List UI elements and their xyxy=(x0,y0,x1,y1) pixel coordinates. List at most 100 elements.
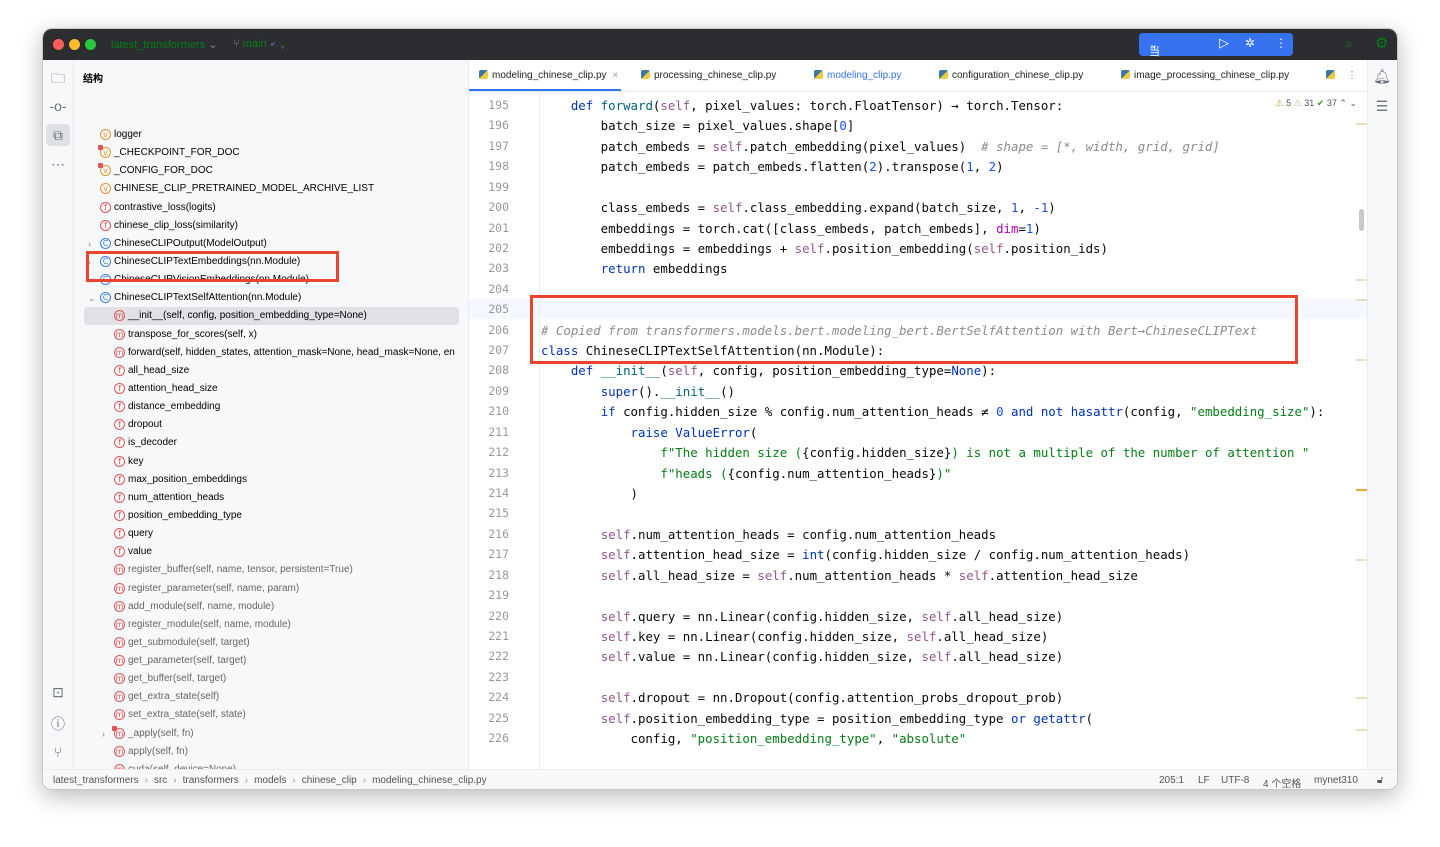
structure-item[interactable]: f value xyxy=(74,543,468,561)
more-icon[interactable]: ⋮ xyxy=(1275,36,1287,50)
code-line[interactable]: super().__init__() xyxy=(541,384,735,399)
code-line[interactable]: def forward(self, pixel_values: torch.Fl… xyxy=(541,98,1063,113)
code-line[interactable]: self.dropout = nn.Dropout(config.attenti… xyxy=(541,690,1064,705)
editor-scrollbar[interactable] xyxy=(1359,209,1364,231)
structure-item[interactable]: m transpose_for_scores(self, x) xyxy=(74,326,468,344)
structure-item[interactable]: v CHINESE_CLIP_PRETRAINED_MODEL_ARCHIVE_L… xyxy=(74,180,468,198)
structure-item[interactable]: f chinese_clip_loss(similarity) xyxy=(74,217,468,235)
structure-item[interactable]: m set_extra_state(self, state) xyxy=(74,706,468,724)
structure-item[interactable]: f all_head_size xyxy=(74,362,468,380)
structure-item[interactable]: m get_extra_state(self) xyxy=(74,688,468,706)
terminal-icon[interactable]: ⊡ xyxy=(48,684,68,701)
breadcrumb-item[interactable]: latest_transformers xyxy=(53,775,139,786)
folder-icon[interactable]: 🗀 xyxy=(48,68,68,92)
code-line[interactable]: embeddings = embeddings + self.position_… xyxy=(541,241,1108,256)
notifications-icon[interactable]: 🔔︎ xyxy=(1372,68,1392,85)
structure-item[interactable]: f position_embedding_type xyxy=(74,507,468,525)
code-area[interactable]: 195 def forward(self, pixel_values: torc… xyxy=(469,93,1369,769)
structure-item[interactable]: m __init__(self, config, position_embeddi… xyxy=(84,307,459,326)
chevron-down-icon[interactable]: ⌄ xyxy=(88,289,96,307)
chevron-right-icon[interactable]: › xyxy=(102,725,105,743)
python-file-icon[interactable] xyxy=(1326,70,1339,81)
structure-item[interactable]: f distance_embedding xyxy=(74,398,468,416)
breadcrumb-item[interactable]: models xyxy=(254,775,286,786)
run-config-selector[interactable]: 当前文件 ⌄ xyxy=(1149,38,1160,106)
zoom-window-button[interactable] xyxy=(85,39,96,50)
structure-item[interactable]: m get_submodule(self, target) xyxy=(74,634,468,652)
structure-item[interactable]: mcuda(self, device=None) xyxy=(74,761,468,769)
code-line[interactable]: embeddings = torch.cat([class_embeds, pa… xyxy=(541,221,1041,236)
structure-item[interactable]: m get_parameter(self, target) xyxy=(74,652,468,670)
structure-item[interactable]: m forward(self, hidden_states, attention_… xyxy=(74,344,468,362)
database-icon[interactable]: ☰ xyxy=(1372,98,1392,115)
code-line[interactable]: self.query = nn.Linear(config.hidden_siz… xyxy=(541,609,1064,624)
code-line[interactable]: self.attention_head_size = int(config.hi… xyxy=(541,547,1190,562)
python-interpreter[interactable]: mynet310 xyxy=(1314,775,1358,786)
tab-image-processing-chinese-clip[interactable]: image_processing_chinese_clip.py xyxy=(1121,70,1289,81)
close-window-button[interactable] xyxy=(53,39,64,50)
minimize-window-button[interactable] xyxy=(69,39,80,50)
structure-item[interactable]: f is_decoder xyxy=(74,434,468,452)
search-icon[interactable]: ⌕ xyxy=(1345,35,1353,52)
caret-position[interactable]: 205:1 xyxy=(1159,775,1184,786)
code-line[interactable]: return embeddings xyxy=(541,261,728,276)
structure-item[interactable]: m register_module(self, name, module) xyxy=(74,616,468,634)
structure-item[interactable]: f key xyxy=(74,453,468,471)
structure-item[interactable]: f dropout xyxy=(74,416,468,434)
close-tab-icon[interactable]: × xyxy=(613,70,619,81)
structure-item[interactable]: m get_buffer(self, target) xyxy=(74,670,468,688)
structure-item[interactable]: f query xyxy=(74,525,468,543)
code-line[interactable]: if config.hidden_size % config.num_atten… xyxy=(541,404,1325,419)
structure-item[interactable]: v logger xyxy=(74,126,468,144)
structure-item[interactable]: m apply(self, fn) xyxy=(74,743,468,761)
structure-item[interactable]: f attention_head_size xyxy=(74,380,468,398)
run-icon[interactable]: ▷ xyxy=(1219,35,1229,51)
structure-icon[interactable]: ⧉ xyxy=(46,124,70,146)
git-icon[interactable]: ⑂ xyxy=(48,744,68,760)
tab-modeling-chinese-clip[interactable]: modeling_chinese_clip.py × xyxy=(479,70,618,81)
breadcrumb-item[interactable]: chinese_clip xyxy=(302,775,357,786)
lock-icon[interactable]: 🔓︎ xyxy=(1377,775,1383,786)
structure-item[interactable]: ⌄ C ChineseCLIPTextSelfAttention(nn.Module… xyxy=(74,289,468,307)
breadcrumb-item[interactable]: modeling_chinese_clip.py xyxy=(372,775,487,786)
commit-icon[interactable]: -o- xyxy=(48,98,68,114)
structure-item[interactable]: f max_position_embeddings xyxy=(74,471,468,489)
tab-processing-chinese-clip[interactable]: processing_chinese_clip.py xyxy=(641,70,776,81)
structure-item[interactable]: m add_module(self, name, module) xyxy=(74,598,468,616)
structure-item[interactable]: f contrastive_loss(logits) xyxy=(74,199,468,217)
code-line[interactable]: patch_embeds = patch_embeds.flatten(2).t… xyxy=(541,159,1004,174)
code-line[interactable]: ) xyxy=(541,486,638,501)
more-tools-icon[interactable]: ⋯ xyxy=(48,156,68,173)
code-line[interactable]: self.position_embedding_type = position_… xyxy=(541,711,1093,726)
tab-modeling-clip[interactable]: modeling_clip.py xyxy=(814,70,902,81)
structure-item[interactable]: m register_buffer(self, name, tensor, per… xyxy=(74,561,468,579)
structure-item[interactable]: › m _apply(self, fn) xyxy=(74,725,468,743)
code-line[interactable]: batch_size = pixel_values.shape[0] xyxy=(541,118,855,133)
structure-item[interactable]: m register_parameter(self, name, param) xyxy=(74,580,468,598)
tab-options-icon[interactable]: ⋮ xyxy=(1347,70,1357,81)
prev-highlight-icon[interactable]: ⌃ xyxy=(1339,98,1347,108)
gear-icon[interactable]: ⚙ xyxy=(1375,34,1388,52)
code-line[interactable]: self.num_attention_heads = config.num_at… xyxy=(541,527,996,542)
structure-item[interactable]: v _CONFIG_FOR_DOC xyxy=(74,162,468,180)
code-line[interactable]: config, "position_embedding_type", "abso… xyxy=(541,731,967,746)
code-line[interactable]: self.value = nn.Linear(config.hidden_siz… xyxy=(541,649,1064,664)
debug-icon[interactable]: ✲ xyxy=(1245,36,1255,50)
breadcrumb-item[interactable]: src xyxy=(154,775,167,786)
file-encoding[interactable]: UTF-8 xyxy=(1221,775,1249,786)
code-line[interactable]: f"The hidden size ({config.hidden_size})… xyxy=(541,445,1309,460)
structure-item[interactable]: f num_attention_heads xyxy=(74,489,468,507)
breadcrumb-item[interactable]: transformers xyxy=(183,775,239,786)
code-line[interactable]: self.key = nn.Linear(config.hidden_size,… xyxy=(541,629,1049,644)
tab-configuration-chinese-clip[interactable]: configuration_chinese_clip.py xyxy=(939,70,1083,81)
code-line[interactable]: f"heads ({config.num_attention_heads})" xyxy=(541,466,951,481)
project-selector[interactable]: latest_transformers ⌄ xyxy=(111,38,217,51)
line-separator[interactable]: LF xyxy=(1198,775,1210,786)
next-highlight-icon[interactable]: ⌄ xyxy=(1349,98,1357,108)
code-line[interactable]: def __init__(self, config, position_embe… xyxy=(541,363,996,378)
indent-setting[interactable]: 4 个空格 xyxy=(1263,775,1301,789)
code-line[interactable]: class_embeds = self.class_embedding.expa… xyxy=(541,200,1056,215)
code-line[interactable]: patch_embeds = self.patch_embedding(pixe… xyxy=(541,139,1220,154)
code-line[interactable]: raise ValueError( xyxy=(541,425,758,440)
code-line[interactable]: self.all_head_size = self.num_attention_… xyxy=(541,568,1138,583)
